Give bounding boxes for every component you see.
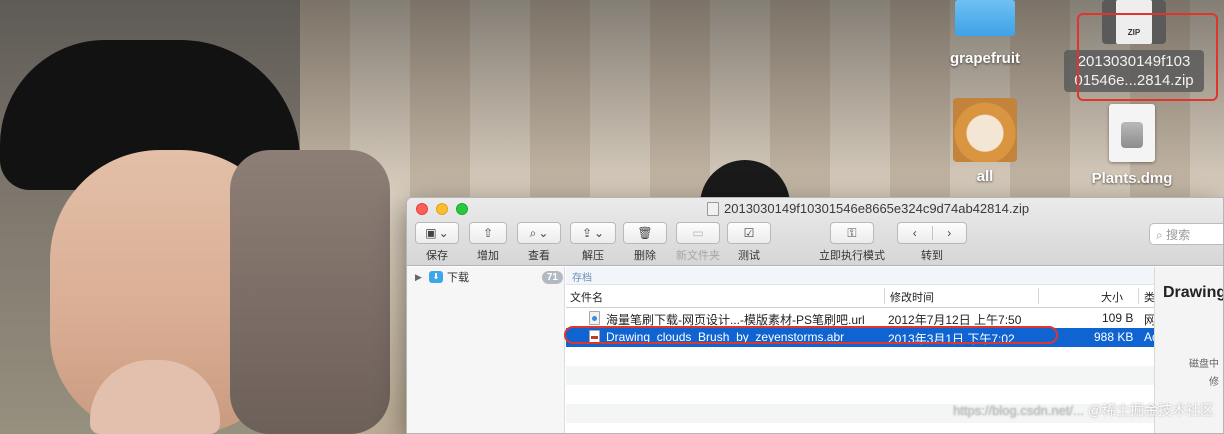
desktop-icon-label: Plants.dmg bbox=[1091, 170, 1173, 187]
empty-row bbox=[566, 347, 1154, 366]
new-folder-label: 新文件夹 bbox=[676, 250, 720, 262]
desktop-icon-label: grapefruit bbox=[949, 50, 1020, 67]
desktop-icon-label: all bbox=[976, 168, 994, 185]
count-badge: 71 bbox=[541, 270, 563, 284]
view-label: 查看 bbox=[528, 250, 550, 262]
trash-icon: 🗑 bbox=[637, 226, 653, 240]
watermark-text: @稀土掘金技术社区 bbox=[1087, 402, 1214, 418]
new-folder-icon: ▭ bbox=[692, 226, 704, 240]
close-button[interactable] bbox=[416, 203, 428, 215]
save-label: 保存 bbox=[426, 250, 448, 262]
desktop-icon-plants-dmg[interactable]: Plants.dmg bbox=[1082, 104, 1182, 187]
test-button[interactable]: ☑ 测试 bbox=[727, 222, 771, 263]
forward-chevron-icon[interactable]: › bbox=[933, 226, 967, 240]
search-placeholder: 搜索 bbox=[1166, 228, 1191, 242]
highlight-ellipse-selected-file bbox=[564, 326, 1058, 344]
lock-archive-icon: ⚿ bbox=[847, 225, 857, 240]
new-folder-button[interactable]: ▭ 新文件夹 bbox=[673, 222, 723, 263]
test-label: 测试 bbox=[738, 250, 760, 262]
add-icon: ⇧ bbox=[482, 226, 494, 240]
archive-window[interactable]: 2013030149f10301546e8665e324c9d74ab42814… bbox=[406, 197, 1224, 434]
add-label: 增加 bbox=[477, 250, 499, 262]
desktop-icon-grapefruit[interactable]: grapefruit bbox=[940, 0, 1030, 67]
window-title: 2013030149f10301546e8665e324c9d74ab42814… bbox=[707, 201, 1029, 216]
immediate-mode-label: 立即执行模式 bbox=[819, 250, 885, 262]
window-titlebar[interactable]: 2013030149f10301546e8665e324c9d74ab42814… bbox=[407, 198, 1223, 266]
extract-button[interactable]: ⇪ ⌄ 解压 bbox=[570, 222, 616, 263]
traffic-lights bbox=[416, 203, 468, 215]
column-header: 文件名 修改时间 大小 类 bbox=[566, 285, 1155, 308]
file-size: 988 KB bbox=[1094, 330, 1134, 344]
sidebar: ▶ ⬇ 下载 71 bbox=[407, 267, 565, 433]
empty-row bbox=[566, 366, 1154, 385]
immediate-mode-button[interactable]: ⚿ 立即执行模式 bbox=[817, 222, 887, 263]
highlight-box-zip bbox=[1077, 13, 1218, 101]
disclosure-triangle-icon[interactable]: ▶ bbox=[415, 272, 425, 283]
save-icon: ▣ bbox=[425, 226, 437, 240]
goto-control[interactable]: ‹ › 转到 bbox=[897, 222, 967, 263]
file-size: 109 B bbox=[1102, 311, 1134, 325]
document-icon bbox=[707, 201, 719, 216]
chevron-down-icon: ⌄ bbox=[438, 226, 449, 240]
sidebar-item-label: 下载 bbox=[447, 272, 469, 284]
search-icon: ⌕ bbox=[1156, 228, 1163, 242]
sidebar-item-downloads[interactable]: ▶ ⬇ 下载 71 bbox=[415, 268, 563, 286]
url-file-icon bbox=[589, 311, 600, 325]
goto-label: 转到 bbox=[921, 250, 943, 262]
preview-info: 磁盘中 bbox=[1189, 359, 1219, 370]
column-header-modified[interactable]: 修改时间 bbox=[890, 289, 934, 305]
watermark-url: https://blog.csdn.net/... bbox=[953, 403, 1084, 418]
column-divider[interactable] bbox=[1138, 288, 1139, 304]
checkbox-check-icon: ☑ bbox=[743, 226, 755, 240]
back-chevron-icon[interactable]: ‹ bbox=[898, 226, 933, 240]
chevron-down-icon: ⌄ bbox=[594, 226, 605, 240]
window-title-text: 2013030149f10301546e8665e324c9d74ab42814… bbox=[724, 201, 1030, 216]
chevron-down-icon: ⌄ bbox=[538, 226, 549, 240]
preview-title: Drawing bbox=[1163, 284, 1224, 301]
extract-label: 解压 bbox=[582, 250, 604, 262]
zoom-button[interactable] bbox=[456, 203, 468, 215]
wallpaper-person-arm bbox=[230, 150, 390, 434]
column-header-name[interactable]: 文件名 bbox=[570, 289, 603, 305]
desktop-icon-all[interactable]: all bbox=[945, 98, 1025, 185]
extract-icon: ⇪ bbox=[581, 226, 592, 240]
folder-icon bbox=[955, 0, 1015, 36]
watermark: https://blog.csdn.net/... @稀土掘金技术社区 bbox=[953, 400, 1214, 420]
view-button[interactable]: ⌕ ⌄ 查看 bbox=[517, 222, 561, 263]
path-bar[interactable]: 存档 bbox=[566, 267, 1154, 285]
path-segment[interactable]: 存档 bbox=[572, 273, 592, 284]
search-field[interactable]: ⌕ 搜索 bbox=[1149, 223, 1223, 245]
minimize-button[interactable] bbox=[436, 203, 448, 215]
delete-button[interactable]: 🗑 删除 bbox=[623, 222, 667, 263]
delete-label: 删除 bbox=[634, 250, 656, 262]
downloads-folder-icon: ⬇ bbox=[429, 271, 443, 283]
column-divider[interactable] bbox=[1038, 288, 1039, 304]
disk-image-icon bbox=[1109, 104, 1155, 162]
column-header-size[interactable]: 大小 bbox=[1101, 289, 1123, 305]
add-button[interactable]: ⇧ 增加 bbox=[469, 222, 507, 263]
dog-photo-icon bbox=[953, 98, 1017, 162]
column-divider[interactable] bbox=[884, 288, 885, 304]
save-button[interactable]: ▣ ⌄ 保存 bbox=[415, 222, 459, 263]
magnifier-icon: ⌕ bbox=[529, 225, 537, 240]
preview-info: 修 bbox=[1209, 377, 1219, 388]
